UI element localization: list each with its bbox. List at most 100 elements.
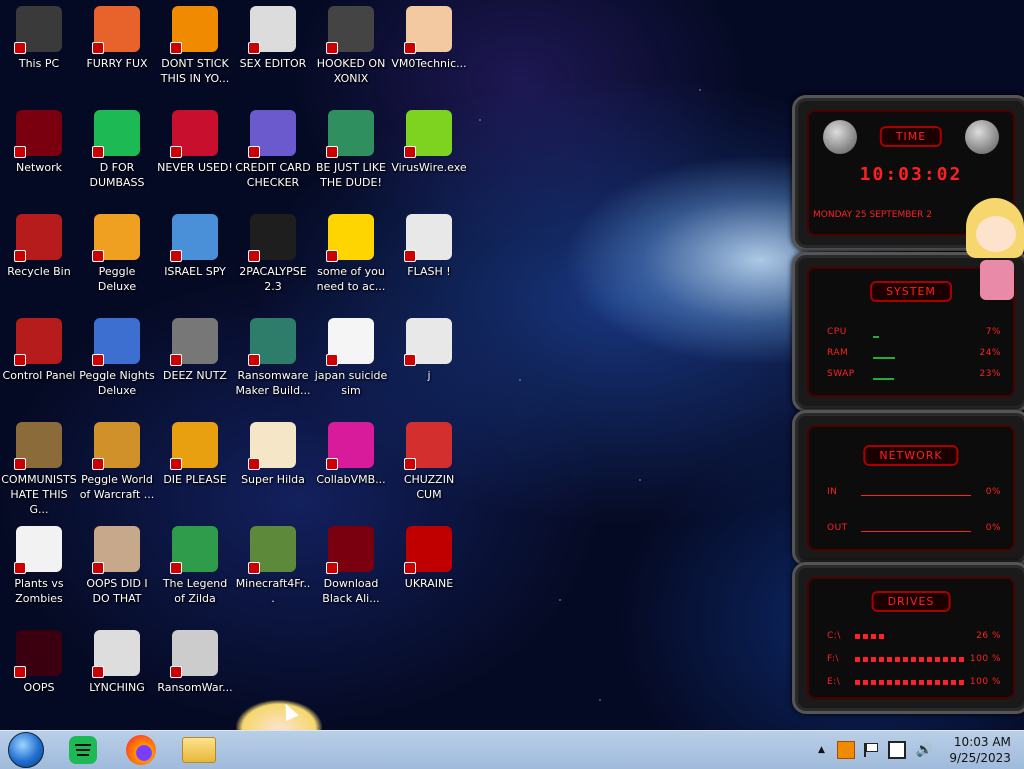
desktop-icon[interactable]: j bbox=[390, 312, 468, 412]
desktop-icon-label: LYNCHING bbox=[89, 681, 145, 694]
desktop-icon[interactable]: Super Hilda bbox=[234, 416, 312, 516]
network-tray-icon[interactable] bbox=[887, 741, 906, 759]
stacked-windows-icon bbox=[170, 318, 218, 366]
desktop-icon[interactable]: UKRAINE bbox=[390, 520, 468, 620]
xonix-icon bbox=[326, 6, 374, 54]
desktop-icon[interactable]: VM0Technic... bbox=[390, 0, 468, 100]
desktop-icon[interactable]: HOOKED ON XONIX bbox=[312, 0, 390, 100]
show-hidden-icons-chevron[interactable]: ▲ bbox=[818, 745, 825, 755]
system-row-label: RAM bbox=[827, 348, 849, 358]
desktop-icon[interactable]: The Legend of Zilda bbox=[156, 520, 234, 620]
drives-gadget[interactable]: DRIVES C:\ 26 % F:\ 100 % E:\ 100 % bbox=[792, 562, 1024, 714]
shortcut-arrow-icon bbox=[326, 42, 338, 54]
taskbar-explorer-button[interactable] bbox=[176, 734, 222, 766]
desktop-icon-label: Recycle Bin bbox=[7, 265, 71, 278]
shortcut-arrow-icon bbox=[404, 562, 416, 574]
desktop-icon[interactable]: Recycle Bin bbox=[0, 208, 78, 308]
desktop-icon[interactable]: DEEZ NUTZ bbox=[156, 312, 234, 412]
desktop-icon-label: DEEZ NUTZ bbox=[163, 369, 227, 382]
volume-icon[interactable]: 🔊 bbox=[916, 742, 933, 758]
terminal-icon bbox=[248, 214, 296, 262]
desktop-icon-label: ISRAEL SPY bbox=[164, 265, 226, 278]
shortcut-arrow-icon bbox=[14, 666, 26, 678]
system-row-value: 23% bbox=[979, 369, 1001, 379]
radiation-icon bbox=[404, 526, 452, 574]
network-gadget[interactable]: NETWORK IN 0% OUT 0% bbox=[792, 410, 1024, 566]
desktop-icon[interactable]: Peggle Nights Deluxe bbox=[78, 312, 156, 412]
credit-card-icon bbox=[248, 110, 296, 158]
shortcut-arrow-icon bbox=[14, 42, 26, 54]
desktop-icon[interactable]: BE JUST LIKE THE DUDE! bbox=[312, 104, 390, 204]
desktop-icon-label: Minecraft4Fr... bbox=[235, 577, 311, 605]
desktop-icon-label: Peggle Deluxe bbox=[97, 265, 137, 293]
desktop-icon[interactable]: CollabVMB... bbox=[312, 416, 390, 516]
desktop-icon[interactable]: OOPS DID I DO THAT bbox=[78, 520, 156, 620]
drive-row-label: E:\ bbox=[827, 677, 841, 687]
shortcut-arrow-icon bbox=[248, 354, 260, 366]
desktop-icon[interactable]: Network bbox=[0, 104, 78, 204]
time-title: TIME bbox=[879, 126, 943, 147]
technician-icon bbox=[404, 6, 452, 54]
desktop-icon-label: Peggle Nights Deluxe bbox=[79, 369, 155, 397]
action-center-flag-icon[interactable] bbox=[863, 743, 878, 757]
drive-row-value: 100 % bbox=[969, 677, 1001, 687]
desktop-icon[interactable]: This PC bbox=[0, 0, 78, 100]
desktop-icon[interactable]: DIE PLEASE bbox=[156, 416, 234, 516]
desktop-icon[interactable]: Peggle World of Warcraft ... bbox=[78, 416, 156, 516]
system-row-label: CPU bbox=[827, 327, 847, 337]
desktop-icon[interactable]: OOPS bbox=[0, 624, 78, 724]
shortcut-arrow-icon bbox=[92, 146, 104, 158]
hxd-icon bbox=[248, 6, 296, 54]
desktop-icon[interactable]: Peggle Deluxe bbox=[78, 208, 156, 308]
taskbar: ▲ 🔊 10:03 AM 9/25/2023 bbox=[0, 730, 1024, 769]
alien-orb-icon bbox=[14, 110, 62, 158]
desktop-icon[interactable]: Plants vs Zombies bbox=[0, 520, 78, 620]
alien-orb-icon bbox=[326, 526, 374, 574]
desktop-icon-label: CHUZZIN CUM bbox=[403, 473, 455, 501]
shortcut-arrow-icon bbox=[248, 562, 260, 574]
network-row-label: IN bbox=[827, 487, 838, 497]
desktop-icon[interactable]: D FOR DUMBASS bbox=[78, 104, 156, 204]
desktop-icon[interactable]: ISRAEL SPY bbox=[156, 208, 234, 308]
system-tray: ▲ 🔊 10:03 AM 9/25/2023 bbox=[818, 731, 1011, 769]
desktop-icon[interactable]: Download Black Ali... bbox=[312, 520, 390, 620]
shortcut-arrow-icon bbox=[14, 146, 26, 158]
desktop-icon[interactable]: LYNCHING bbox=[78, 624, 156, 724]
desktop-icon[interactable]: FURRY FUX bbox=[78, 0, 156, 100]
desktop-icon-label: Plants vs Zombies bbox=[14, 577, 64, 605]
desktop-icon-label: SEX EDITOR bbox=[239, 57, 307, 70]
desktop-icon[interactable]: FLASH ! bbox=[390, 208, 468, 308]
desktop-icon[interactable]: Minecraft4Fr... bbox=[234, 520, 312, 620]
desktop-icon[interactable]: SEX EDITOR bbox=[234, 0, 312, 100]
taskbar-spotify-button[interactable] bbox=[60, 734, 106, 766]
tray-app-icon[interactable] bbox=[836, 741, 855, 759]
desktop-icon[interactable]: japan suicide sim bbox=[312, 312, 390, 412]
desktop-icon[interactable]: some of you need to ac... bbox=[312, 208, 390, 308]
network-row-value: 0% bbox=[985, 487, 1001, 497]
firefox-icon bbox=[92, 6, 140, 54]
shortcut-arrow-icon bbox=[92, 666, 104, 678]
desktop-icon[interactable]: RansomWar... bbox=[156, 624, 234, 724]
desktop-icon[interactable]: VirusWire.exe bbox=[390, 104, 468, 204]
firefox-icon bbox=[126, 735, 156, 765]
network-row-label: OUT bbox=[827, 523, 848, 533]
desktop-icon[interactable]: Control Panel bbox=[0, 312, 78, 412]
desktop-icon-label: Peggle World of Warcraft ... bbox=[79, 473, 155, 501]
shortcut-arrow-icon bbox=[170, 458, 182, 470]
drive-usage-bar bbox=[855, 680, 965, 685]
desktop-icon[interactable]: CHUZZIN CUM bbox=[390, 416, 468, 516]
desktop-icon[interactable]: NEVER USED! bbox=[156, 104, 234, 204]
network-title: NETWORK bbox=[863, 445, 959, 466]
desktop-icon-label: VM0Technic... bbox=[391, 57, 467, 70]
desktop-icon[interactable]: 2PACALYPSE 2.3 bbox=[234, 208, 312, 308]
taskbar-firefox-button[interactable] bbox=[118, 734, 164, 766]
start-button[interactable] bbox=[3, 732, 49, 768]
chuzzle-icon bbox=[404, 422, 452, 470]
clock-area[interactable]: 10:03 AM 9/25/2023 bbox=[949, 734, 1011, 766]
desktop-icon[interactable]: COMMUNISTS HATE THIS G... bbox=[0, 416, 78, 516]
desktop-icon[interactable]: Ransomware Maker Build... bbox=[234, 312, 312, 412]
desktop-icon[interactable]: CREDIT CARD CHECKER bbox=[234, 104, 312, 204]
network-row-value: 0% bbox=[985, 523, 1001, 533]
desktop-icon[interactable]: DONT STICK THIS IN YO... bbox=[156, 0, 234, 100]
spotify-icon bbox=[69, 736, 97, 764]
